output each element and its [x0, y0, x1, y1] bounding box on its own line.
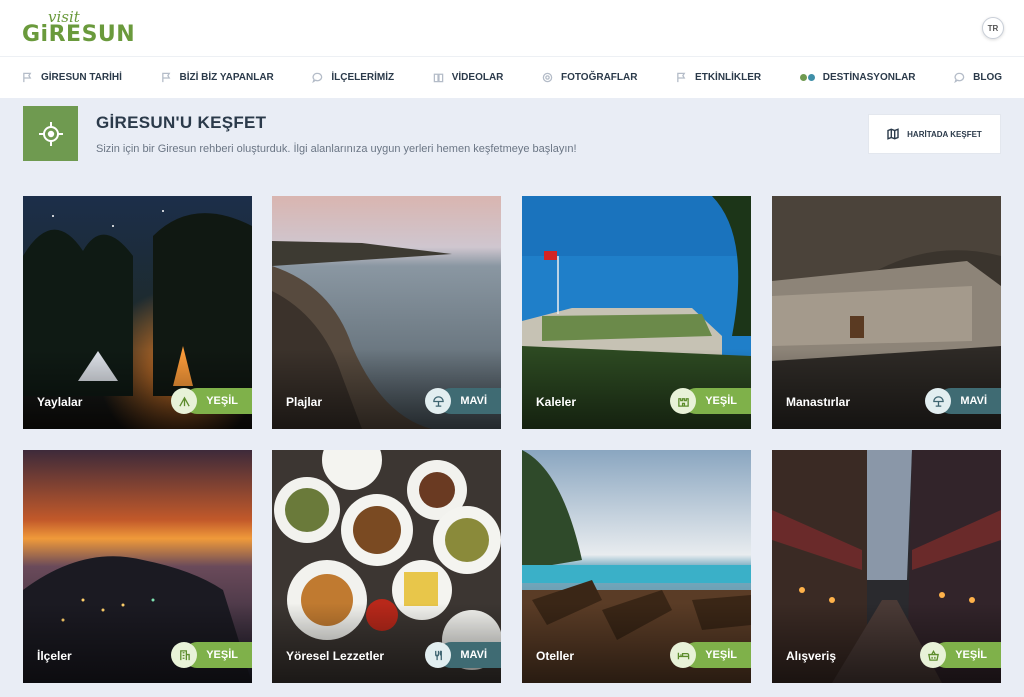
nav-item-label: VİDEOLAR: [451, 72, 504, 83]
map-button-label: HARİTADA KEŞFET: [907, 129, 982, 139]
flag-icon: [677, 72, 686, 83]
book-icon: [433, 73, 444, 83]
logo-brand-text: GiRESUN: [22, 22, 136, 47]
category-card-kaleler[interactable]: Kaleler YEŞİL: [522, 196, 751, 429]
nav-item-bizi-biz-yapanlar[interactable]: BİZİ BİZ YAPANLAR: [161, 72, 274, 83]
dots-icon: [799, 74, 815, 81]
nav-item-label: DESTİNASYONLAR: [822, 72, 916, 83]
nav-item-destinasyonlar[interactable]: DESTİNASYONLAR: [799, 72, 916, 83]
target-icon: [38, 121, 63, 146]
flag-icon: [23, 72, 32, 83]
card-label: Kaleler: [536, 395, 577, 409]
nav-item-videolar[interactable]: VİDEOLAR: [433, 72, 504, 83]
nav-item-label: BİZİ BİZ YAPANLAR: [179, 72, 274, 83]
map-icon: [887, 128, 899, 140]
category-card-manastirlar[interactable]: Manastırlar MAVİ: [772, 196, 1001, 429]
language-switch-button[interactable]: TR: [982, 17, 1004, 39]
card-label: Alışveriş: [786, 649, 837, 663]
category-card-ilceler[interactable]: İlçeler YEŞİL: [23, 450, 252, 683]
card-badge: YEŞİL: [670, 642, 751, 668]
card-badge: YEŞİL: [920, 642, 1001, 668]
nav-item-blog[interactable]: BLOG: [954, 72, 1002, 83]
card-badge: YEŞİL: [171, 388, 252, 414]
explore-section-icon: [23, 106, 78, 161]
page-subtitle: Sizin için bir Giresun rehberi oluşturdu…: [96, 143, 577, 155]
site-logo[interactable]: visit GiRESUN: [22, 8, 136, 48]
card-badge: YEŞİL: [670, 388, 751, 414]
card-label: Yöresel Lezzetler: [286, 649, 385, 663]
nav-item-ilcelerimiz[interactable]: İLÇELERİMİZ: [312, 72, 394, 83]
main-navigation: GİRESUN TARİHİ BİZİ BİZ YAPANLAR İLÇELER…: [0, 56, 1024, 98]
nav-item-fotograflar[interactable]: FOTOĞRAFLAR: [542, 72, 637, 83]
flag-icon: [161, 72, 170, 83]
nav-item-label: İLÇELERİMİZ: [331, 72, 395, 83]
category-card-alisveris[interactable]: Alışveriş YEŞİL: [772, 450, 1001, 683]
card-label: Yaylalar: [37, 395, 83, 409]
card-badge: MAVİ: [925, 388, 1001, 414]
card-badge: MAVİ: [425, 642, 501, 668]
camera-icon: [542, 72, 553, 83]
nav-item-label: FOTOĞRAFLAR: [560, 72, 638, 83]
nav-item-label: GİRESUN TARİHİ: [41, 72, 122, 83]
category-card-plajlar[interactable]: Plajlar MAVİ: [272, 196, 501, 429]
card-badge: MAVİ: [425, 388, 501, 414]
card-label: Oteller: [536, 649, 575, 663]
category-card-yoresel-lezzetler[interactable]: Yöresel Lezzetler MAVİ: [272, 450, 501, 683]
card-label: Manastırlar: [786, 395, 851, 409]
nav-item-label: ETKİNLİKLER: [695, 72, 762, 83]
chat-icon: [954, 72, 965, 83]
category-card-oteller[interactable]: Oteller YEŞİL: [522, 450, 751, 683]
card-label: Plajlar: [286, 395, 323, 409]
explore-on-map-button[interactable]: HARİTADA KEŞFET: [868, 114, 1001, 154]
page-title: GİRESUN'U KEŞFET: [96, 113, 267, 132]
chat-icon: [312, 72, 323, 83]
card-badge: YEŞİL: [171, 642, 252, 668]
category-card-yaylalar[interactable]: Yaylalar YEŞİL: [23, 196, 252, 429]
nav-item-etkinlikler[interactable]: ETKİNLİKLER: [676, 72, 761, 83]
nav-item-giresun-tarihi[interactable]: GİRESUN TARİHİ: [22, 72, 122, 83]
card-label: İlçeler: [37, 649, 72, 663]
site-header: visit GiRESUN TR: [0, 0, 1024, 56]
nav-item-label: BLOG: [973, 72, 1002, 83]
